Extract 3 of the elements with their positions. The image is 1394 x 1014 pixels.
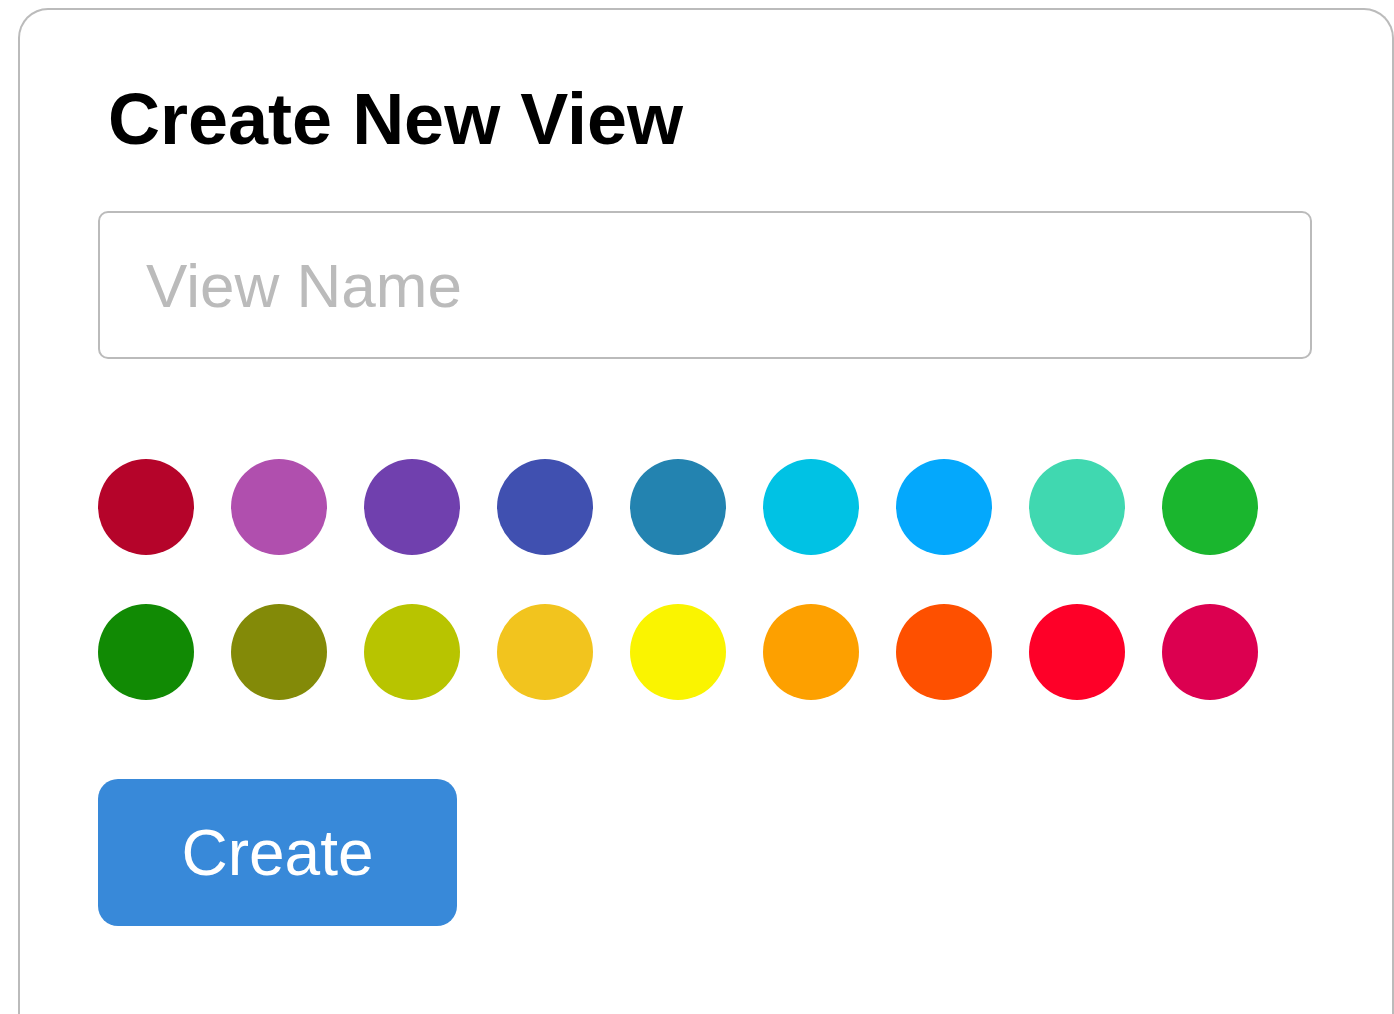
view-name-field[interactable]: View Name — [98, 211, 1312, 360]
create-button[interactable]: Create — [98, 779, 457, 927]
dialog-title: Create New View — [108, 80, 684, 160]
